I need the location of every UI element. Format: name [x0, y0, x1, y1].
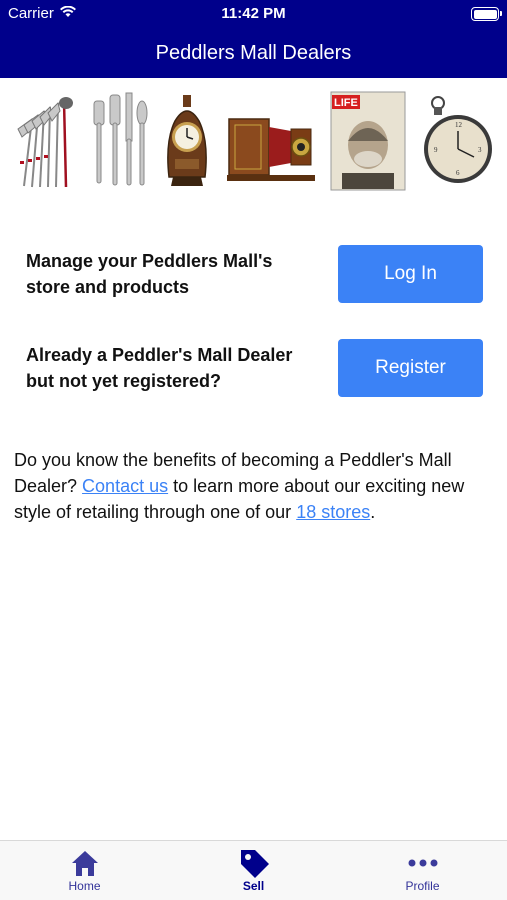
life-magazine-image: LIFE: [330, 91, 406, 191]
login-row: Manage your Peddlers Mall's store and pr…: [26, 245, 483, 303]
contact-us-link[interactable]: Contact us: [82, 476, 168, 496]
info-text-after: .: [370, 502, 376, 522]
login-description: Manage your Peddlers Mall's store and pr…: [26, 251, 273, 297]
register-button[interactable]: Register: [338, 339, 483, 397]
silverware-image: [88, 91, 148, 191]
svg-text:3: 3: [478, 146, 482, 154]
tab-bar: Home Sell Profile: [0, 840, 507, 900]
battery-icon: [471, 7, 502, 21]
status-bar: Carrier 11:42 PM: [0, 0, 507, 28]
tab-profile[interactable]: Profile: [338, 841, 507, 900]
nav-header: Peddlers Mall Dealers: [0, 28, 507, 78]
home-icon: [70, 847, 100, 879]
svg-text:6: 6: [456, 169, 460, 177]
pocket-watch-image: 12 3 6 9: [418, 91, 494, 191]
antique-camera-image: [225, 91, 317, 191]
mantel-clock-image: [161, 91, 213, 191]
page-title: Peddlers Mall Dealers: [155, 41, 352, 64]
register-description: Already a Peddler's Mall Dealer but not …: [26, 345, 293, 391]
tab-sell-label: Sell: [242, 879, 265, 893]
svg-text:9: 9: [434, 146, 438, 154]
login-button[interactable]: Log In: [338, 245, 483, 303]
more-icon: [407, 847, 439, 879]
magazine-title: LIFE: [334, 97, 358, 109]
tab-home-label: Home: [68, 879, 101, 893]
svg-text:12: 12: [455, 121, 463, 129]
tab-sell[interactable]: Sell: [169, 841, 338, 900]
golf-clubs-image: [14, 91, 76, 191]
status-time: 11:42 PM: [221, 5, 286, 22]
tab-profile-label: Profile: [405, 879, 440, 893]
tag-icon: [237, 847, 271, 879]
tab-home[interactable]: Home: [0, 841, 169, 900]
register-row: Already a Peddler's Mall Dealer but not …: [26, 339, 483, 397]
info-paragraph: Do you know the benefits of becoming a P…: [14, 447, 494, 525]
stores-link[interactable]: 18 stores: [296, 502, 370, 522]
banner: LIFE 12 3 6 9: [14, 86, 494, 196]
